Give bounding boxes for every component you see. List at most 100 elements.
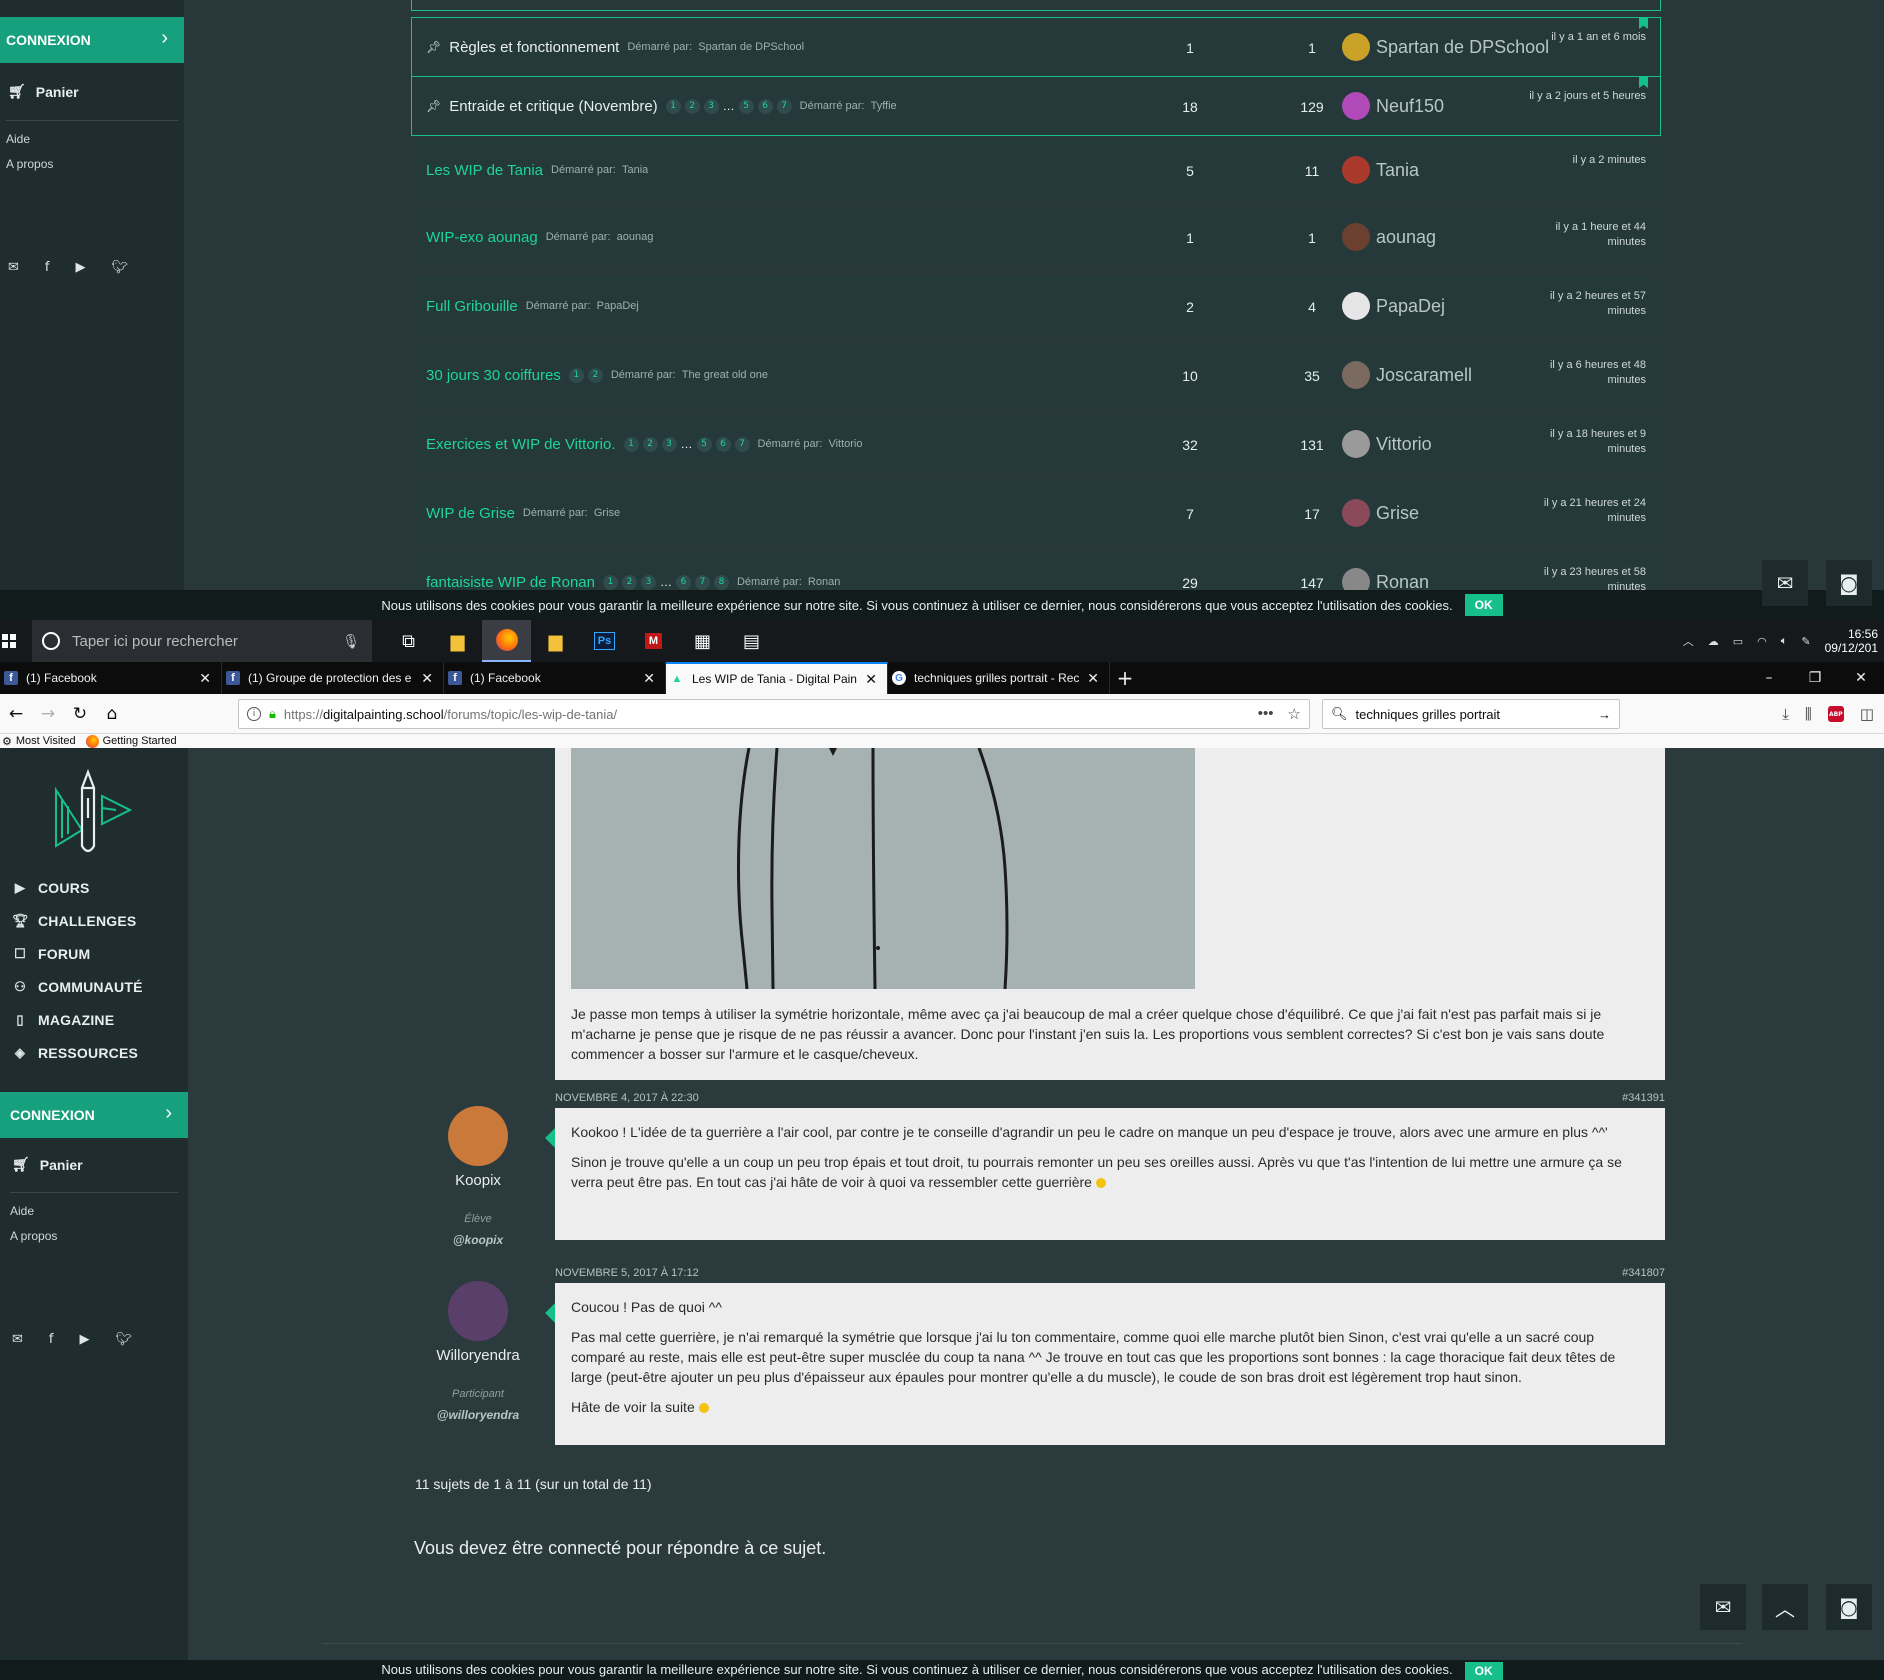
mcafee-icon[interactable]: M xyxy=(629,620,678,662)
page-link[interactable]: 7 xyxy=(694,574,710,590)
browser-tab[interactable]: f (1) Facebook ✕ xyxy=(0,662,222,694)
mail-icon[interactable]: ✉ xyxy=(12,1332,23,1347)
last-poster[interactable]: Grise xyxy=(1342,484,1419,542)
new-tab-button[interactable]: + xyxy=(1110,662,1140,694)
author-name[interactable]: Koopix xyxy=(418,1172,538,1189)
page-link[interactable]: 2 xyxy=(621,574,637,590)
folder-icon[interactable]: ▆ xyxy=(531,620,580,662)
author-name[interactable]: Willoryendra xyxy=(418,1347,538,1364)
connexion-button-top[interactable]: CONNEXION › xyxy=(0,17,184,63)
page-link[interactable]: 5 xyxy=(738,98,754,114)
page-link[interactable]: 3 xyxy=(640,574,656,590)
photoshop-icon[interactable]: Ps xyxy=(580,620,629,662)
mail-icon[interactable]: ✉ xyxy=(8,260,19,275)
menu-item[interactable]: 🏆︎ CHALLENGES xyxy=(12,913,136,929)
wifi-icon[interactable]: ◠ xyxy=(1757,635,1767,648)
home-button[interactable]: ⌂ xyxy=(96,698,128,730)
cookie-ok-button[interactable]: OK xyxy=(1464,594,1503,616)
page-link[interactable]: 1 xyxy=(665,98,681,114)
started-by-user[interactable]: PapaDej xyxy=(597,300,639,312)
file-explorer-icon[interactable]: ▆ xyxy=(433,620,482,662)
topic-row[interactable]: WIP-exo aounag Démarré par: aounag 1 1 aouna… xyxy=(411,207,1661,267)
started-by-user[interactable]: Grise xyxy=(594,507,620,519)
search-bar[interactable]: 🔍︎ techniques grilles portrait → xyxy=(1322,699,1620,729)
about-link[interactable]: A propos xyxy=(10,1229,57,1243)
page-link[interactable]: 6 xyxy=(757,98,773,114)
calculator-icon[interactable]: ▦ xyxy=(678,620,727,662)
topic-title-link[interactable]: Exercices et WIP de Vittorio. xyxy=(426,436,616,453)
last-poster[interactable]: Neuf150 xyxy=(1342,77,1444,135)
topic-title-link[interactable]: WIP de Grise xyxy=(426,505,515,522)
menu-item[interactable]: ▶ COURS xyxy=(12,880,90,896)
page-link[interactable]: 3 xyxy=(703,98,719,114)
cart-link[interactable]: 🛒︎ Panier xyxy=(12,1156,83,1173)
started-by-user[interactable]: Tania xyxy=(622,164,648,176)
menu-item[interactable]: ⚇ COMMUNAUTÉ xyxy=(12,979,143,995)
search-value[interactable]: techniques grilles portrait xyxy=(1356,707,1590,722)
browser-tab[interactable]: f (1) Groupe de protection des e ✕ xyxy=(222,662,444,694)
connexion-button[interactable]: CONNEXION › xyxy=(0,1092,188,1138)
pen-icon[interactable]: ✎ xyxy=(1801,635,1810,648)
last-poster[interactable]: Spartan de DPSchool xyxy=(1342,18,1549,76)
browser-tab[interactable]: Gtechniques grilles portrait - Rec ✕ xyxy=(888,662,1110,694)
last-poster[interactable]: PapaDej xyxy=(1342,277,1445,335)
page-actions-icon[interactable]: ••• xyxy=(1258,705,1274,723)
post-permalink[interactable]: #341807 xyxy=(1622,1267,1665,1279)
page-link[interactable]: 8 xyxy=(713,574,729,590)
browser-tab[interactable]: f (1) Facebook ✕ xyxy=(444,662,666,694)
go-arrow-icon[interactable]: → xyxy=(1598,707,1611,722)
started-by-user[interactable]: Ronan xyxy=(808,576,840,588)
started-by-user[interactable]: aounag xyxy=(617,231,654,243)
info-icon[interactable]: i xyxy=(247,707,261,721)
mail-float-button[interactable]: ✉ xyxy=(1762,560,1808,606)
menu-item[interactable]: ☐ FORUM xyxy=(12,946,90,962)
started-by-user[interactable]: Tyffie xyxy=(871,100,897,112)
topic-title-link[interactable]: fantaisiste WIP de Ronan xyxy=(426,574,595,591)
firefox-icon[interactable] xyxy=(482,620,531,662)
freshness-link[interactable]: il y a 2 minutes xyxy=(1516,153,1646,168)
scroll-top-button[interactable]: ︿ xyxy=(1762,1584,1808,1630)
minimize-icon[interactable]: – xyxy=(1746,662,1792,694)
started-by-user[interactable]: Vittorio xyxy=(828,438,862,450)
taskbar-clock[interactable]: 16:56 09/12/201 xyxy=(1825,627,1878,655)
topic-row[interactable]: Les WIP de Tania Démarré par: Tania 5 11 Tan… xyxy=(411,140,1661,200)
topic-title-link[interactable]: WIP-exo aounag xyxy=(426,229,538,246)
microphone-icon[interactable]: 🎙︎ xyxy=(342,633,360,650)
last-poster[interactable]: Joscaramell xyxy=(1342,346,1472,404)
last-poster[interactable]: aounag xyxy=(1342,208,1436,266)
close-tab-icon[interactable]: ✕ xyxy=(865,671,877,688)
page-link[interactable]: 2 xyxy=(587,367,603,383)
freshness-link[interactable]: il y a 18 heures et 9 minutes xyxy=(1516,427,1646,457)
volume-icon[interactable]: 🔈︎ xyxy=(1781,635,1788,648)
windows-start-icon[interactable] xyxy=(2,634,16,648)
started-by-user[interactable]: The great old one xyxy=(682,369,768,381)
site-logo[interactable] xyxy=(52,768,132,858)
menu-item[interactable]: ▯ MAGAZINE xyxy=(12,1012,114,1028)
close-tab-icon[interactable]: ✕ xyxy=(199,670,211,687)
close-tab-icon[interactable]: ✕ xyxy=(1087,670,1099,687)
back-button[interactable]: ← xyxy=(0,698,32,730)
youtube-icon[interactable]: ▶ xyxy=(75,260,85,275)
close-window-icon[interactable]: ✕ xyxy=(1838,662,1884,694)
restore-icon[interactable]: ❐ xyxy=(1792,662,1838,694)
topic-title-link[interactable]: Full Gribouille xyxy=(426,298,518,315)
topic-title-link[interactable]: Règles et fonctionnement xyxy=(449,39,619,56)
twitter-icon[interactable]: 🐦︎ xyxy=(115,1332,132,1347)
freshness-link[interactable]: il y a 2 heures et 57 minutes xyxy=(1516,289,1646,319)
onedrive-icon[interactable]: ☁ xyxy=(1708,635,1719,648)
freshness-link[interactable]: il y a 21 heures et 24 minutes xyxy=(1516,496,1646,526)
freshness-link[interactable]: il y a 1 an et 6 mois xyxy=(1516,30,1646,45)
page-link[interactable]: 1 xyxy=(623,436,639,452)
about-link[interactable]: A propos xyxy=(6,157,53,171)
discord-float-button[interactable]: ◙ xyxy=(1826,560,1872,606)
help-link[interactable]: Aide xyxy=(6,132,30,146)
library-icon[interactable]: ⫼ xyxy=(1805,705,1812,723)
notepad-icon[interactable]: ▤ xyxy=(727,620,776,662)
help-link[interactable]: Aide xyxy=(10,1204,34,1218)
facebook-icon[interactable]: f xyxy=(45,260,50,275)
topic-row[interactable]: 30 jours 30 coiffures 1 2 Démarré par: The … xyxy=(411,345,1661,405)
battery-icon[interactable]: ▭ xyxy=(1733,635,1743,648)
page-link[interactable]: 6 xyxy=(715,436,731,452)
topic-title-link[interactable]: Entraide et critique (Novembre) xyxy=(449,98,657,115)
bookmark-star-icon[interactable]: ☆ xyxy=(1288,705,1301,723)
